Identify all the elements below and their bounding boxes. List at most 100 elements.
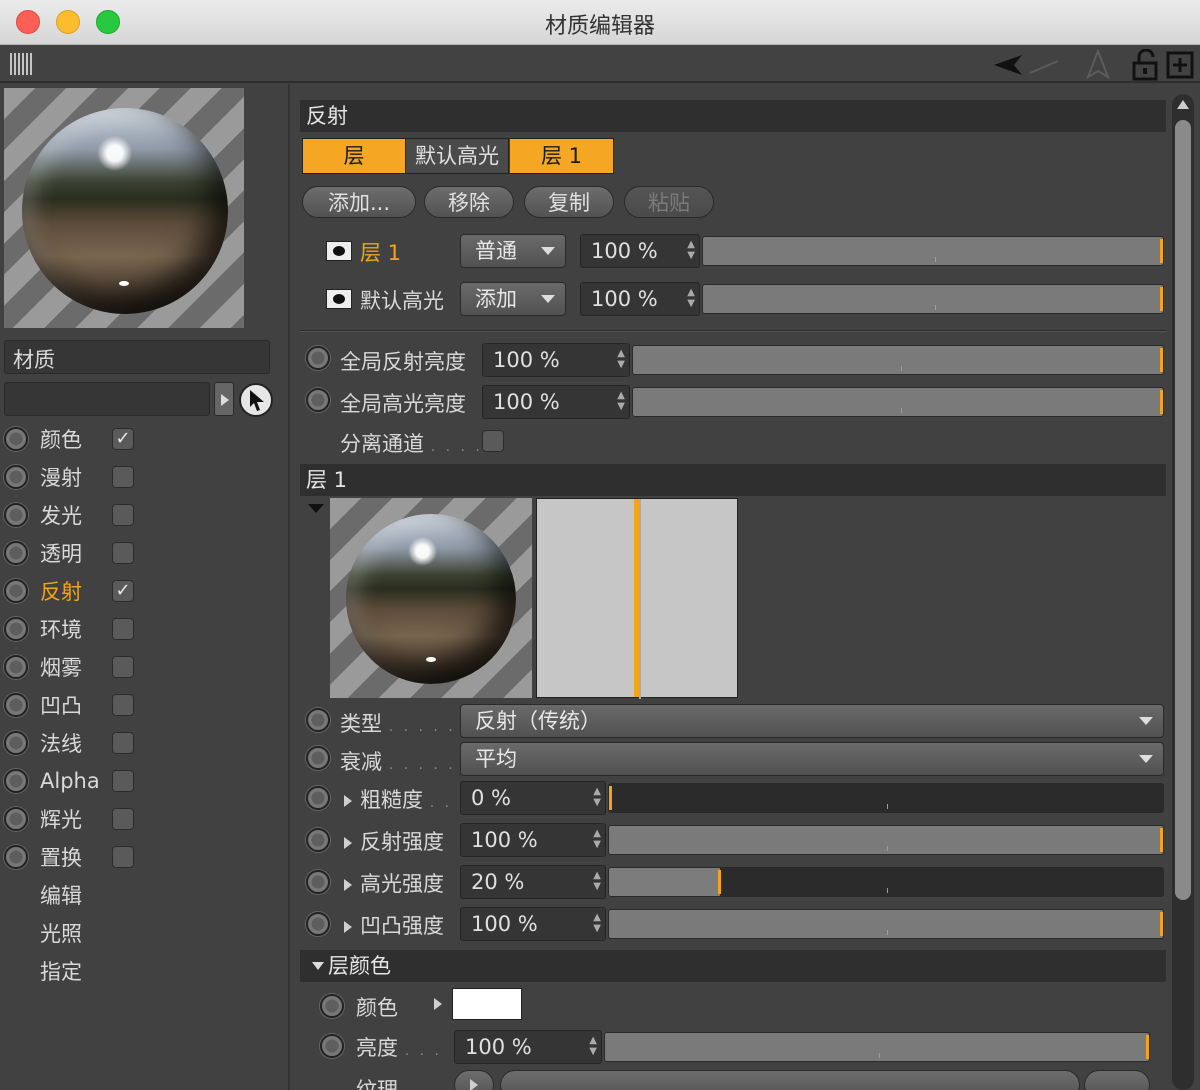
param-input[interactable]: 20 % ▲ ▼ (460, 865, 606, 899)
channel-label[interactable]: 置换 (40, 842, 82, 872)
material-name-field[interactable]: 材质 (4, 340, 270, 374)
channel-row[interactable]: 反射 ✓ (4, 574, 274, 608)
add-layer-button[interactable]: 添加... (302, 186, 416, 218)
texture-field[interactable] (500, 1070, 1080, 1090)
param-slider[interactable] (608, 909, 1164, 939)
channel-row[interactable]: 凹凸 (4, 688, 274, 722)
spinner-icon[interactable]: ▲ ▼ (687, 287, 695, 309)
texture-options-button[interactable] (1084, 1070, 1150, 1090)
spinner-icon[interactable]: ▲ ▼ (617, 348, 625, 370)
param-input[interactable]: 100 % ▲ ▼ (460, 907, 606, 941)
channel-checkbox[interactable] (112, 808, 134, 830)
global-reflect-slider[interactable] (632, 345, 1164, 375)
channel-row[interactable]: 透明 (4, 536, 274, 570)
global-reflect-input[interactable]: 100 % ▲ ▼ (482, 343, 630, 377)
param-radio[interactable] (306, 828, 330, 852)
channel-row[interactable]: 颜色 ✓ (4, 422, 274, 456)
channel-radio[interactable] (4, 693, 28, 717)
channel-label[interactable]: Alpha (40, 769, 100, 793)
tab-layer-1[interactable]: 层 1 (510, 139, 613, 173)
scrollbar-thumb[interactable] (1175, 120, 1191, 900)
falloff-radio[interactable] (306, 746, 330, 770)
channel-label[interactable]: 凹凸 (40, 690, 82, 720)
channel-label[interactable]: 漫射 (40, 462, 82, 492)
copy-layer-button[interactable]: 复制 (524, 186, 614, 218)
spinner-icon[interactable]: ▲ ▼ (593, 828, 601, 850)
channel-label[interactable]: 辉光 (40, 804, 82, 834)
default-specular-mode-dropdown[interactable]: 添加 (460, 282, 566, 316)
param-input[interactable]: 0 % ▲ ▼ (460, 781, 606, 815)
channel-label[interactable]: 反射 (40, 576, 82, 606)
new-window-icon[interactable] (1166, 51, 1194, 79)
param-label[interactable]: 高光强度 (344, 868, 444, 898)
type-dropdown[interactable]: 反射（传统） (460, 704, 1164, 738)
param-label[interactable]: 反射强度 (344, 826, 444, 856)
channel-radio[interactable] (4, 845, 28, 869)
global-specular-input[interactable]: 100 % ▲ ▼ (482, 385, 630, 419)
channel-radio[interactable] (4, 541, 28, 565)
param-slider-handle[interactable] (1160, 912, 1163, 936)
extra-tab-item[interactable]: 编辑 (40, 880, 82, 910)
channel-row[interactable]: 烟雾 (4, 650, 274, 684)
spinner-icon[interactable]: ▲ ▼ (589, 1035, 597, 1057)
channel-row[interactable]: 漫射 (4, 460, 274, 494)
channel-checkbox[interactable] (112, 846, 134, 868)
param-slider-handle[interactable] (718, 870, 721, 894)
extra-tab-item[interactable]: 指定 (40, 956, 82, 986)
default-specular-opacity-slider[interactable] (702, 284, 1164, 314)
channel-checkbox[interactable] (112, 542, 134, 564)
param-slider[interactable] (608, 783, 1164, 813)
collapse-triangle-icon[interactable] (308, 504, 324, 513)
layer-color-swatch[interactable] (452, 988, 522, 1020)
channel-row[interactable]: Alpha (4, 764, 274, 798)
channel-label[interactable]: 烟雾 (40, 652, 82, 682)
brightness-slider[interactable] (604, 1032, 1150, 1062)
layer-color-radio[interactable] (320, 994, 344, 1018)
expand-triangle-icon[interactable] (312, 962, 324, 970)
channel-label[interactable]: 颜色 (40, 424, 82, 454)
param-input[interactable]: 100 % ▲ ▼ (460, 823, 606, 857)
spinner-icon[interactable]: ▲ ▼ (617, 390, 625, 412)
expand-icon[interactable] (344, 879, 352, 891)
channel-radio[interactable] (4, 617, 28, 641)
param-slider-handle[interactable] (1160, 828, 1163, 852)
param-radio[interactable] (306, 912, 330, 936)
channel-row[interactable]: 法线 (4, 726, 274, 760)
channel-radio[interactable] (4, 731, 28, 755)
param-radio[interactable] (306, 786, 330, 810)
channel-row[interactable]: 发光 (4, 498, 274, 532)
channel-checkbox[interactable]: ✓ (112, 580, 134, 602)
separate-pass-checkbox[interactable] (482, 430, 504, 452)
tab-layer[interactable]: 层 (303, 139, 405, 173)
channel-label[interactable]: 发光 (40, 500, 82, 530)
channel-radio[interactable] (4, 807, 28, 831)
eye-icon[interactable] (326, 241, 352, 261)
channel-row[interactable]: 置换 (4, 840, 274, 874)
default-specular-name[interactable]: 默认高光 (360, 285, 444, 315)
channel-radio[interactable] (4, 579, 28, 603)
global-specular-radio[interactable] (306, 388, 330, 412)
tab-default-specular[interactable]: 默认高光 (405, 139, 509, 173)
expand-icon[interactable] (344, 921, 352, 933)
param-slider-handle[interactable] (609, 786, 612, 810)
eye-icon[interactable] (326, 289, 352, 309)
channel-checkbox[interactable] (112, 466, 134, 488)
expand-icon[interactable] (344, 837, 352, 849)
back-arrow-icon[interactable] (994, 55, 1022, 75)
texture-expand-button[interactable] (454, 1070, 494, 1090)
type-radio[interactable] (306, 708, 330, 732)
channel-checkbox[interactable] (112, 618, 134, 640)
channel-radio[interactable] (4, 769, 28, 793)
spinner-icon[interactable]: ▲ ▼ (593, 912, 601, 934)
channel-checkbox[interactable]: ✓ (112, 428, 134, 450)
link-field[interactable] (4, 382, 210, 416)
layer-1-opacity-input[interactable]: 100 % ▲ ▼ (580, 234, 700, 268)
channel-checkbox[interactable] (112, 504, 134, 526)
global-specular-slider[interactable] (632, 387, 1164, 417)
scroll-up-icon[interactable] (1177, 100, 1189, 109)
channel-radio[interactable] (4, 427, 28, 451)
grip-icon[interactable] (10, 53, 34, 75)
channel-label[interactable]: 法线 (40, 728, 82, 758)
layer-1-name[interactable]: 层 1 (360, 237, 401, 267)
param-label[interactable]: 粗糙度 . . (344, 784, 452, 814)
